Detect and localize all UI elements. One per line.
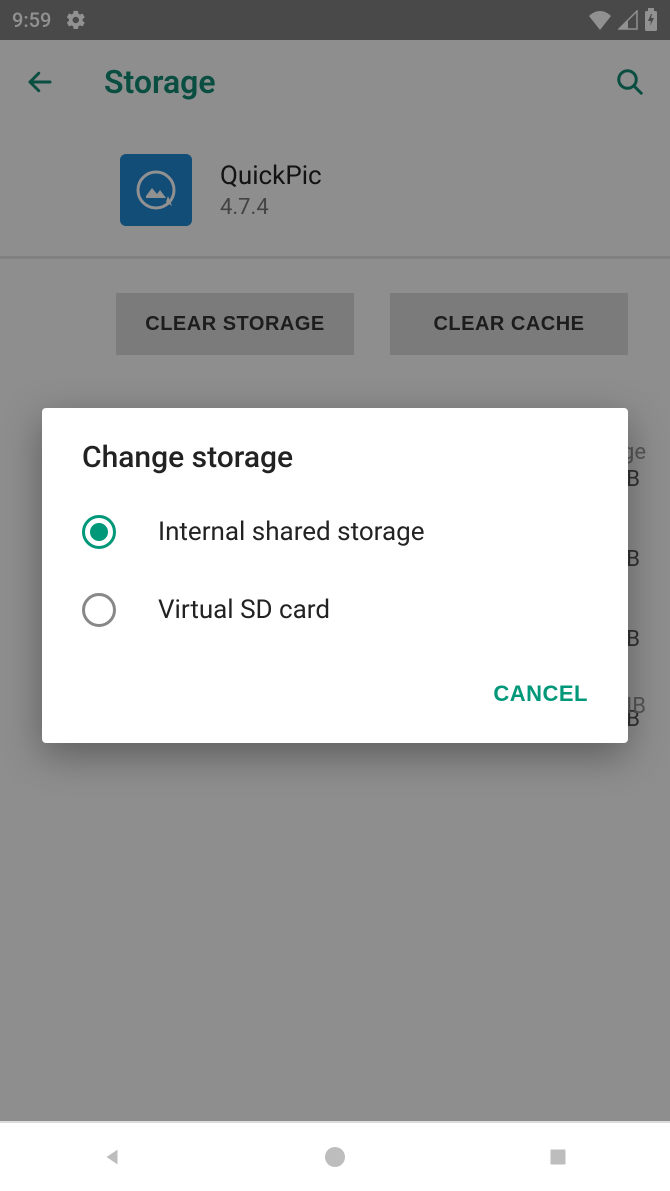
radio-label: Virtual SD card bbox=[158, 595, 330, 625]
change-storage-dialog: Change storage Internal shared storage V… bbox=[42, 408, 628, 743]
nav-back-button[interactable] bbox=[92, 1137, 132, 1177]
radio-unchecked-icon bbox=[82, 593, 116, 627]
nav-home-button[interactable] bbox=[315, 1137, 355, 1177]
cancel-button[interactable]: CANCEL bbox=[487, 671, 594, 717]
radio-option-sdcard[interactable]: Virtual SD card bbox=[42, 571, 628, 649]
radio-option-internal[interactable]: Internal shared storage bbox=[42, 493, 628, 571]
radio-checked-icon bbox=[82, 515, 116, 549]
dialog-title: Change storage bbox=[42, 440, 628, 493]
nav-recents-button[interactable] bbox=[538, 1137, 578, 1177]
navigation-bar bbox=[0, 1121, 670, 1191]
radio-label: Internal shared storage bbox=[158, 517, 425, 547]
partial-text: IB bbox=[626, 694, 646, 719]
